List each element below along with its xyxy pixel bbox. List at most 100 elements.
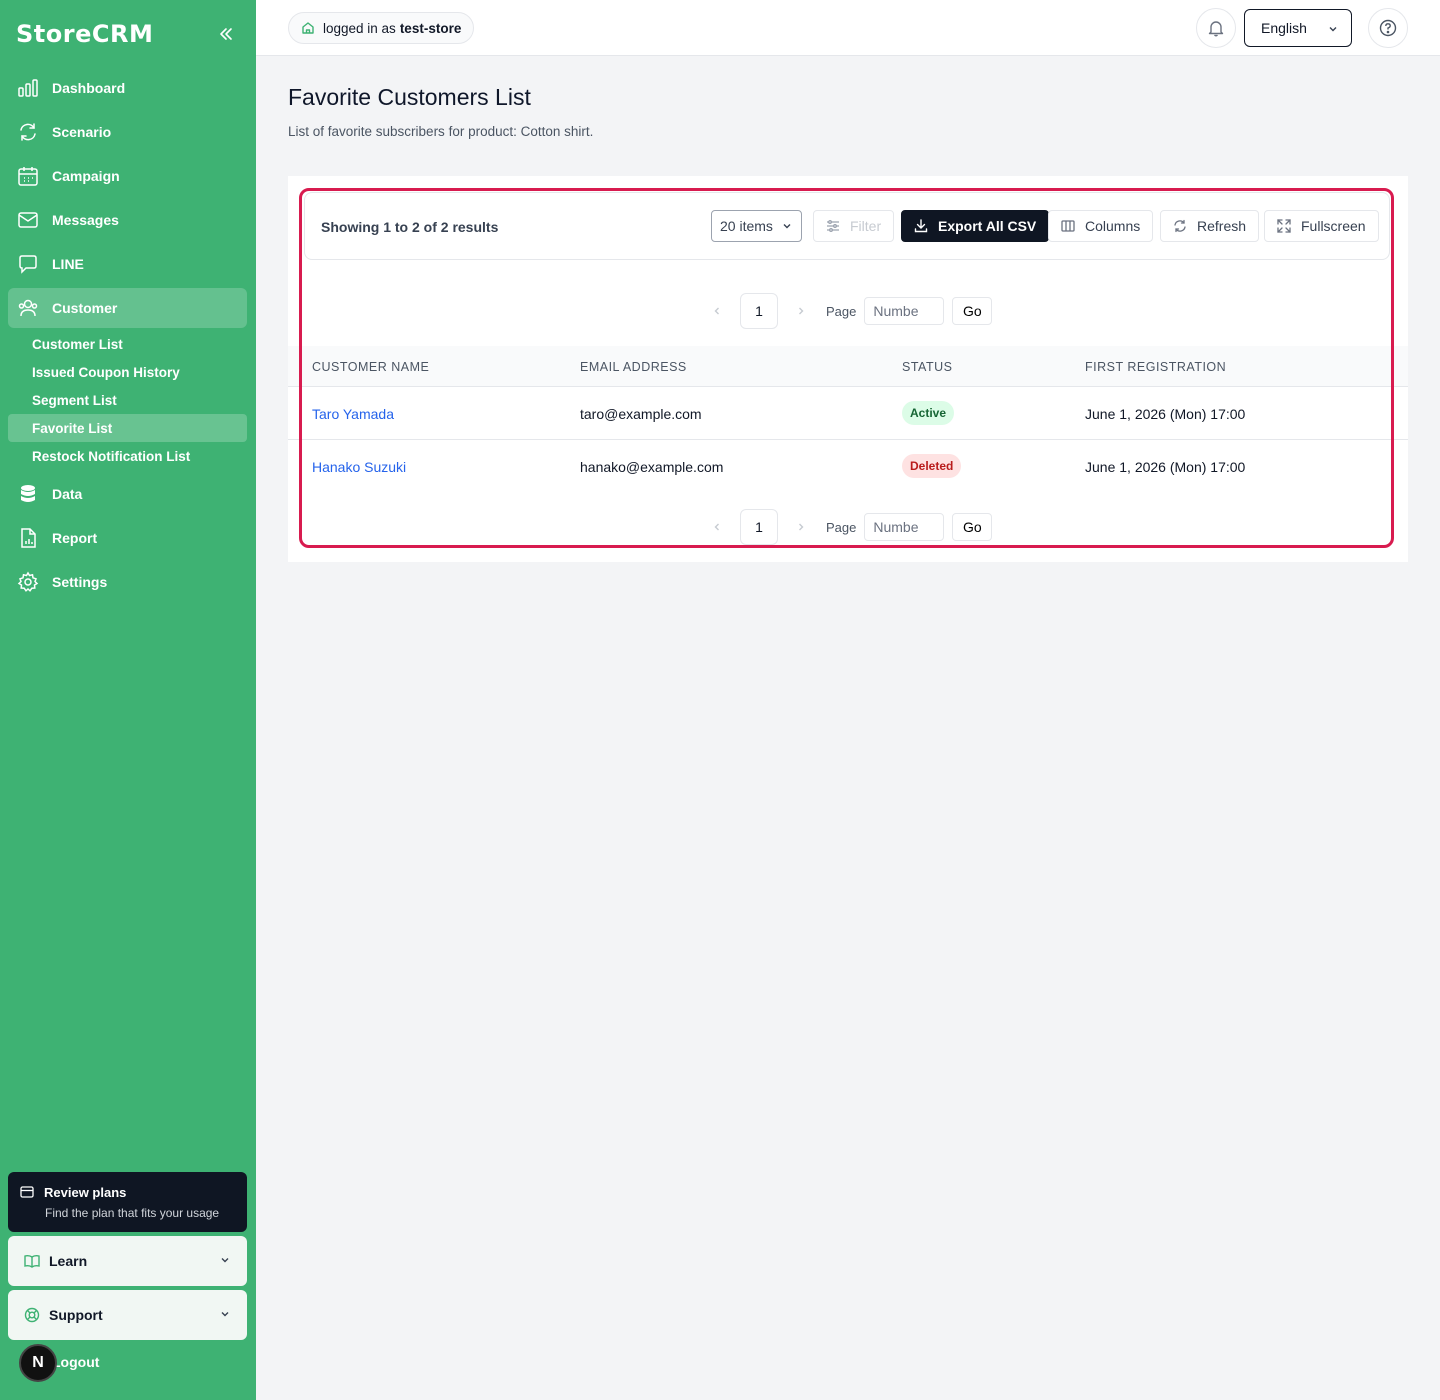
chevron-left-icon [714,307,719,315]
status-badge: Deleted [902,454,962,478]
table-row: Taro Yamada taro@example.com Active June… [288,387,1408,440]
sidebar-item-campaign[interactable]: Campaign [8,154,247,198]
sliders-icon [826,218,842,234]
sidebar-item-label: LINE [52,256,84,272]
registration-cell: June 1, 2026 (Mon) 17:00 [1085,459,1246,475]
sidebar-item-messages[interactable]: Messages [8,198,247,242]
home-icon [301,21,315,35]
support-section-toggle[interactable]: Support [8,1290,247,1340]
refresh-cycle-icon [16,120,40,144]
prev-page-button[interactable] [706,300,728,322]
learn-section-toggle[interactable]: Learn [8,1236,247,1286]
chevron-right-icon [799,523,804,531]
lifebuoy-icon [24,1307,40,1323]
columns-button[interactable]: Columns [1048,210,1154,242]
page-number-input[interactable] [864,513,945,541]
fullscreen-button[interactable]: Fullscreen [1264,210,1379,242]
sidebar-item-scenario[interactable]: Scenario [8,110,247,154]
page-number-input[interactable] [864,297,945,325]
sidebar-item-report[interactable]: Report [8,516,247,560]
bell-icon [1208,21,1224,37]
columns-label: Columns [1085,218,1141,234]
customer-submenu: Customer List Issued Coupon History Segm… [8,330,247,470]
refresh-button[interactable]: Refresh [1160,210,1260,242]
fullscreen-icon [1277,218,1293,234]
status-badge: Active [902,401,955,425]
customer-name-link[interactable]: Taro Yamada [312,406,394,422]
sidebar-item-customer[interactable]: Customer [8,288,247,328]
refresh-icon [1173,218,1189,234]
chevron-left-icon [714,523,719,531]
sidebar-subitem-restock-notification-list[interactable]: Restock Notification List [8,442,247,470]
sidebar-subitem-segment-list[interactable]: Segment List [8,386,247,414]
registration-cell: June 1, 2026 (Mon) 17:00 [1085,406,1246,422]
chevron-down-icon [781,220,793,232]
notifications-button[interactable] [1196,8,1236,48]
prev-page-button[interactable] [706,516,728,538]
go-button[interactable]: Go [952,513,993,541]
sidebar-item-label: Data [52,486,83,502]
email-cell: hanako@example.com [580,459,724,475]
sidebar-subitem-customer-list[interactable]: Customer List [8,330,247,358]
filter-button[interactable]: Filter [813,210,895,242]
items-per-page-select[interactable]: 20 items [711,210,802,242]
support-label: Support [49,1307,103,1323]
login-user: test-store [399,20,462,36]
brand-logo: StoreCRM [16,20,154,48]
login-prefix: logged in as [323,20,396,36]
sidebar-item-label: Dashboard [52,80,126,96]
logout-button[interactable]: Logout [52,1354,99,1370]
page-label: Page [826,303,857,319]
users-icon [16,296,40,320]
database-icon [16,482,40,506]
chevron-right-icon [799,307,804,315]
pagination-top: 1 Page Go [706,293,993,329]
book-icon [24,1253,40,1269]
page-label: Page [826,519,857,535]
learn-label: Learn [49,1253,88,1269]
language-select[interactable]: English [1244,9,1352,47]
next-page-button[interactable] [790,300,812,322]
next-page-button[interactable] [790,516,812,538]
review-plans-subtitle: Find the plan that fits your usage [45,1206,220,1220]
page-subtitle: List of favorite subscribers for product… [288,124,594,139]
review-plans-title: Review plans [44,1184,127,1200]
column-header-first-registration[interactable]: FIRST REGISTRATION [1085,360,1226,374]
sidebar-item-line[interactable]: LINE [8,242,247,286]
results-summary: Showing 1 to 2 of 2 results [321,219,499,235]
help-button[interactable] [1368,8,1408,48]
email-cell: taro@example.com [580,406,702,422]
refresh-label: Refresh [1197,218,1247,234]
sidebar-subitem-issued-coupon-history[interactable]: Issued Coupon History [8,358,247,386]
gear-icon [16,570,40,594]
sidebar-item-data[interactable]: Data [8,472,247,516]
column-header-status[interactable]: STATUS [902,360,952,374]
sidebar-subitem-favorite-list[interactable]: Favorite List [8,414,247,442]
page-number-button[interactable]: 1 [740,293,778,329]
credit-card-icon [20,1184,36,1200]
customer-name-link[interactable]: Hanako Suzuki [312,459,406,475]
table-row: Hanako Suzuki hanako@example.com Deleted… [288,440,1408,493]
calendar-icon [16,164,40,188]
language-value: English [1261,20,1307,36]
report-file-icon [16,526,40,550]
question-circle-icon [1379,19,1397,37]
export-csv-button[interactable]: Export All CSV [901,210,1050,242]
sidebar-item-label: Report [52,530,98,546]
column-header-email[interactable]: EMAIL ADDRESS [580,360,687,374]
bar-chart-icon [16,76,40,100]
column-header-customer-name[interactable]: CUSTOMER NAME [312,360,429,374]
review-plans-card[interactable]: Review plans Find the plan that fits you… [8,1172,247,1232]
go-button[interactable]: Go [952,297,993,325]
export-label: Export All CSV [938,218,1037,234]
columns-icon [1061,218,1077,234]
page-number-button[interactable]: 1 [740,509,778,545]
sidebar-item-label: Messages [52,212,119,228]
sidebar-item-dashboard[interactable]: Dashboard [8,66,247,110]
sidebar-item-settings[interactable]: Settings [8,560,247,604]
login-status-pill: logged in as test-store [288,12,475,44]
filter-label: Filter [850,218,882,234]
double-chevron-left-icon [220,28,232,40]
avatar[interactable]: N [19,1344,57,1382]
collapse-sidebar-button[interactable] [214,22,238,46]
